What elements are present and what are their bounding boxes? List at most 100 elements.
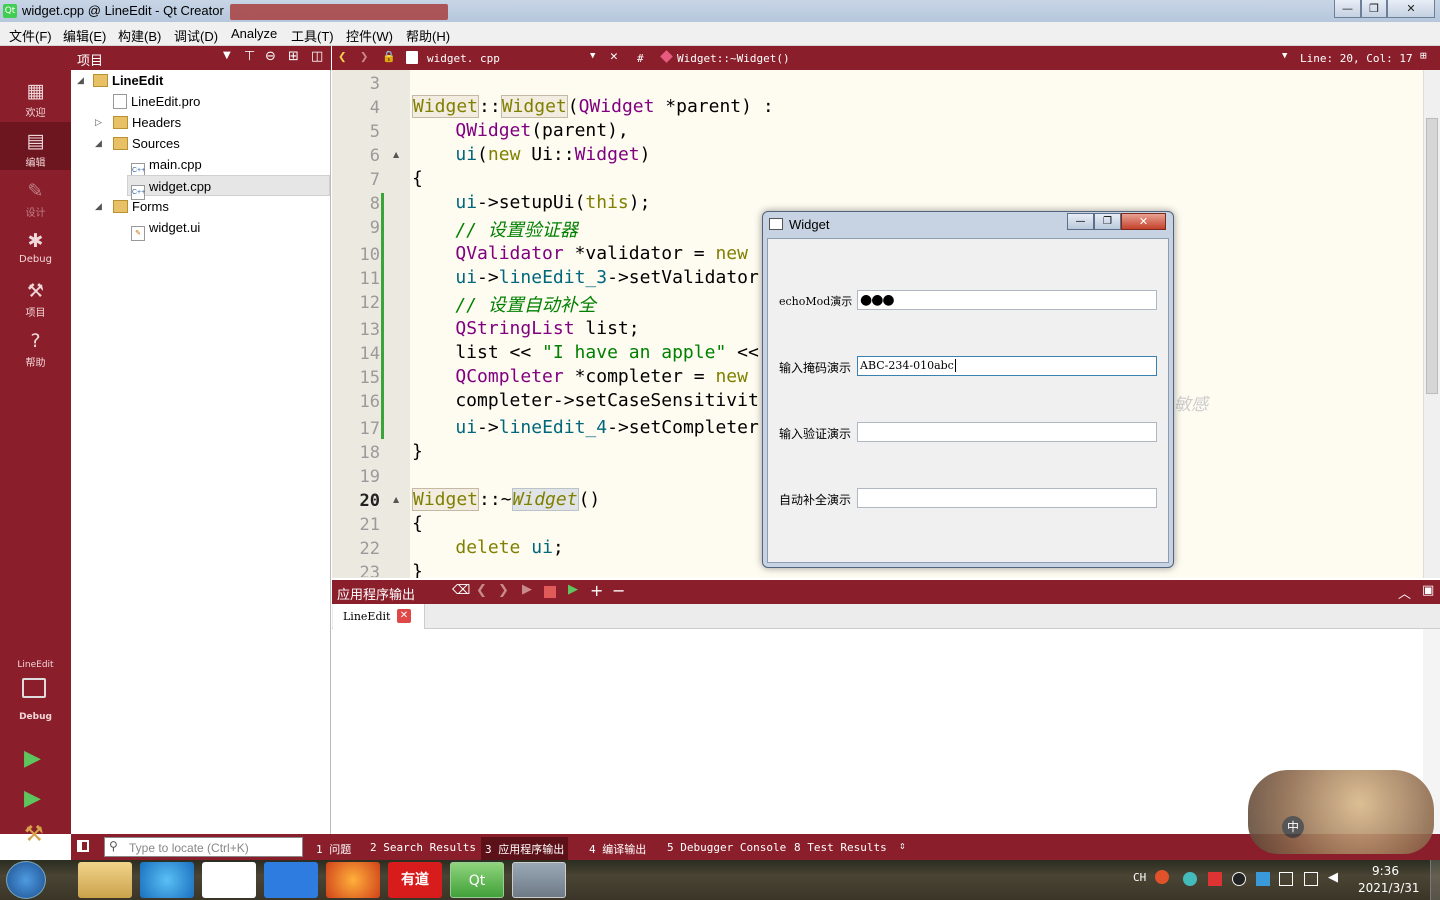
forward-icon[interactable]: ❯ bbox=[360, 49, 368, 65]
ime-indicator[interactable]: CH bbox=[1133, 871, 1146, 884]
tab-app-output[interactable]: 3 应用程序输出 bbox=[481, 837, 569, 861]
tray-icon[interactable] bbox=[1183, 872, 1197, 886]
debug-run-icon[interactable]: ▶ bbox=[24, 786, 41, 811]
clock-time[interactable]: 9:36 bbox=[1372, 864, 1399, 878]
widget-taskbar-icon[interactable] bbox=[512, 862, 566, 898]
tab-test-results[interactable]: 8 Test Results bbox=[794, 841, 887, 854]
tab-debugger-console[interactable]: 5 Debugger Console bbox=[667, 841, 786, 854]
chevron-down-icon[interactable]: ▼ bbox=[590, 51, 595, 61]
baidu-netdisk-icon[interactable] bbox=[202, 862, 256, 898]
filter-icon[interactable]: ⊤ bbox=[244, 49, 255, 64]
clock-date[interactable]: 2021/3/31 bbox=[1358, 881, 1420, 895]
prev-icon[interactable]: ❮ bbox=[476, 583, 487, 598]
current-symbol[interactable]: Widget::~Widget() bbox=[677, 52, 790, 65]
mode-edit[interactable]: ▤ 编辑 bbox=[0, 122, 71, 170]
chevron-down-icon[interactable]: ▼ bbox=[1282, 51, 1287, 61]
editor-scrollbar[interactable] bbox=[1423, 70, 1440, 578]
tree-item-sources[interactable]: ◢ Sources bbox=[95, 133, 180, 154]
menu-file[interactable]: 文件(F) bbox=[9, 26, 52, 45]
run-icon[interactable]: ▶ bbox=[24, 746, 41, 771]
menu-widgets[interactable]: 控件(W) bbox=[346, 26, 393, 45]
toggle-sidebar-icon[interactable] bbox=[77, 840, 89, 852]
qt-creator-taskbar-icon[interactable]: Qt bbox=[450, 862, 504, 898]
tree-item-pro[interactable]: LineEdit.pro bbox=[113, 91, 200, 112]
fold-arrow-icon[interactable]: ▲ bbox=[393, 495, 399, 504]
current-file[interactable]: widget. cpp bbox=[427, 52, 500, 65]
tree-item-headers[interactable]: ▷ Headers bbox=[95, 112, 181, 133]
updown-icon[interactable]: ⇕ bbox=[899, 839, 906, 852]
close-button[interactable]: ✕ bbox=[1387, 0, 1435, 18]
locator-input[interactable]: ⚲ Type to locate (Ctrl+K) bbox=[104, 837, 303, 857]
zoom-in-icon[interactable]: + bbox=[590, 581, 603, 600]
clear-output-icon[interactable]: ⌫ bbox=[452, 583, 470, 598]
search-icon: ⚲ bbox=[109, 839, 118, 853]
maximize-button[interactable]: ❐ bbox=[1361, 0, 1387, 18]
network-icon[interactable] bbox=[1304, 872, 1318, 886]
close-panel-icon[interactable]: ◫ bbox=[311, 49, 323, 64]
scrollbar-thumb[interactable] bbox=[1426, 118, 1438, 394]
menu-build[interactable]: 构建(B) bbox=[118, 26, 161, 45]
action-center-icon[interactable] bbox=[1279, 872, 1293, 886]
validator-input[interactable] bbox=[857, 422, 1157, 442]
maximize-panel-icon[interactable]: ︿ bbox=[1398, 583, 1411, 602]
volume-icon[interactable]: ◀ bbox=[1328, 870, 1338, 885]
start-button[interactable] bbox=[6, 861, 46, 899]
tree-item-widget-ui[interactable]: ✎ widget.ui bbox=[131, 217, 200, 241]
feishu-icon[interactable] bbox=[264, 862, 318, 898]
close-tab-icon[interactable]: ✕ bbox=[397, 609, 411, 623]
mode-welcome[interactable]: ▦ 欢迎 bbox=[0, 72, 71, 120]
zoom-out-icon[interactable]: − bbox=[612, 581, 625, 600]
tree-item-main-cpp[interactable]: C++ main.cpp bbox=[131, 154, 202, 178]
back-icon[interactable]: ❮ bbox=[338, 49, 346, 65]
chevron-down-icon[interactable]: ▼ bbox=[223, 50, 231, 61]
close-file-icon[interactable]: ✕ bbox=[610, 49, 618, 64]
menu-edit[interactable]: 编辑(E) bbox=[63, 26, 106, 45]
output-tab-lineedit[interactable]: LineEdit ✕ bbox=[333, 604, 425, 629]
tab-issues[interactable]: 1 问题 bbox=[316, 841, 351, 857]
tree-item-forms[interactable]: ◢ Forms bbox=[95, 196, 169, 217]
echo-mode-input[interactable]: ●●● bbox=[857, 290, 1157, 310]
ie-icon[interactable] bbox=[140, 862, 194, 898]
code-line-6: ui(new Ui::Widget) bbox=[412, 144, 650, 165]
mode-help[interactable]: ? 帮助 bbox=[0, 322, 71, 370]
widget-close-button[interactable]: ✕ bbox=[1121, 213, 1166, 230]
run-icon[interactable]: ▶ bbox=[522, 582, 532, 597]
next-icon[interactable]: ❯ bbox=[498, 583, 509, 598]
tree-item-widget-cpp[interactable]: C++ widget.cpp bbox=[127, 175, 330, 200]
menu-tools[interactable]: 工具(T) bbox=[291, 26, 334, 45]
widget-minimize-button[interactable]: — bbox=[1067, 213, 1094, 230]
split-icon[interactable]: ⊞ bbox=[288, 49, 299, 64]
mode-projects[interactable]: ⚒ 项目 bbox=[0, 272, 71, 320]
widget-maximize-button[interactable]: ❐ bbox=[1094, 213, 1121, 230]
completer-input[interactable] bbox=[857, 488, 1157, 508]
firefox-icon[interactable] bbox=[326, 862, 380, 898]
link-icon[interactable]: ⊖ bbox=[265, 49, 276, 64]
input-mask-input[interactable]: ABC-234-010abc bbox=[857, 356, 1157, 376]
tray-icon[interactable] bbox=[1256, 872, 1270, 886]
explorer-icon[interactable] bbox=[78, 862, 132, 898]
code-token: Widget bbox=[511, 488, 579, 511]
tab-search-results[interactable]: 2 Search Results bbox=[370, 841, 476, 854]
close-panel-icon[interactable]: ▣ bbox=[1422, 583, 1434, 598]
tree-item-lineedit[interactable]: ◢ LineEdit bbox=[77, 70, 163, 91]
build-hammer-icon[interactable]: ⚒ bbox=[24, 822, 44, 847]
qq-icon[interactable] bbox=[1232, 872, 1246, 886]
menu-analyze[interactable]: Analyze bbox=[231, 26, 277, 41]
split-icon[interactable]: ⊞ bbox=[1420, 49, 1427, 62]
mode-design[interactable]: ✎ 设计 bbox=[0, 172, 71, 220]
youdao-icon[interactable]: 有道 bbox=[388, 862, 442, 898]
stop-icon[interactable] bbox=[544, 586, 556, 598]
tab-compile-output[interactable]: 4 编译输出 bbox=[589, 841, 646, 857]
attach-debugger-icon[interactable]: ▶ bbox=[568, 582, 578, 597]
tray-icon[interactable] bbox=[1208, 872, 1222, 886]
show-desktop-button[interactable] bbox=[1430, 860, 1440, 900]
sogou-icon[interactable] bbox=[1155, 870, 1169, 884]
monitor-icon[interactable] bbox=[22, 678, 46, 698]
mode-debug[interactable]: ✱ Debug bbox=[0, 222, 71, 270]
menu-help[interactable]: 帮助(H) bbox=[406, 26, 450, 45]
line-number-current: 20 bbox=[359, 491, 380, 511]
fold-arrow-icon[interactable]: ▲ bbox=[393, 150, 399, 159]
minimize-button[interactable]: — bbox=[1334, 0, 1361, 18]
menu-debug[interactable]: 调试(D) bbox=[174, 26, 218, 45]
